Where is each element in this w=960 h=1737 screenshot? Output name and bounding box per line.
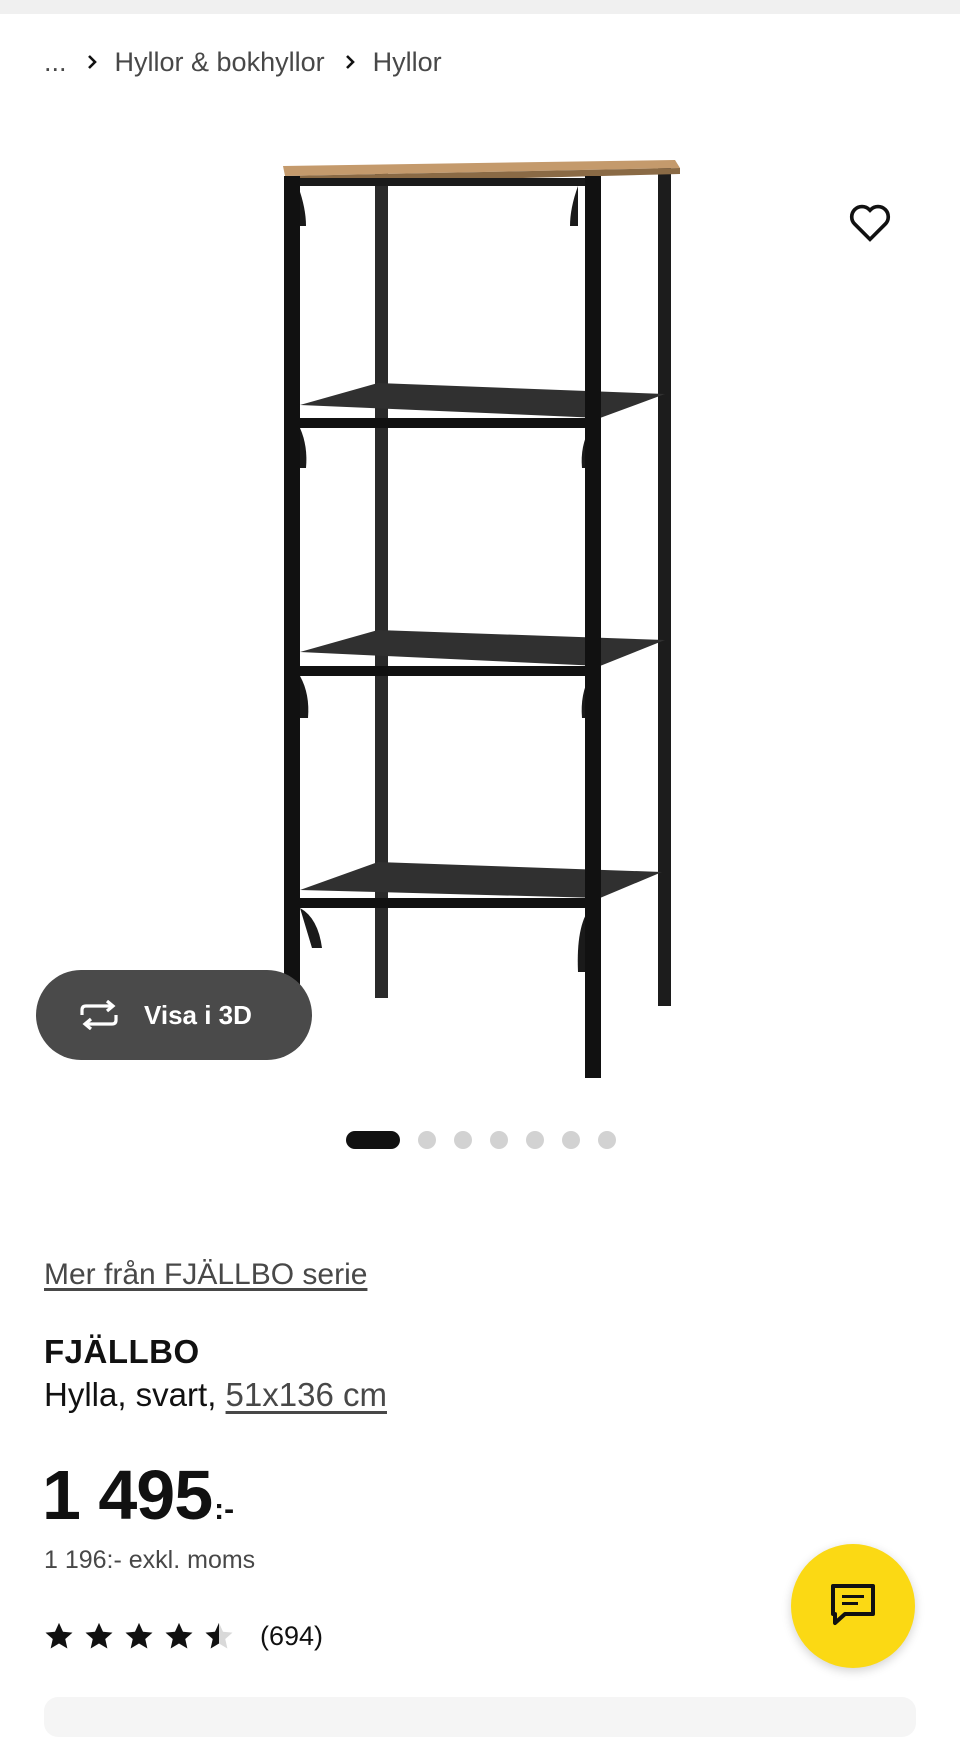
product-image-gallery[interactable] <box>0 100 960 1100</box>
review-count: (694) <box>260 1620 324 1651</box>
dimensions-link[interactable]: 51x136 cm <box>226 1376 387 1413</box>
product-name: FJÄLLBO <box>44 1333 200 1370</box>
gallery-pagination <box>346 1131 634 1149</box>
heart-icon <box>848 203 892 248</box>
product-price: 1 495 :- <box>42 1455 235 1534</box>
product-image-shelf <box>283 160 680 1078</box>
pagination-dot[interactable] <box>598 1131 616 1149</box>
star-icon <box>45 1622 73 1649</box>
pagination-dot[interactable] <box>526 1131 544 1149</box>
favorite-button[interactable] <box>841 196 899 254</box>
chat-button[interactable] <box>791 1544 915 1668</box>
star-icon <box>165 1622 193 1649</box>
star-icon <box>125 1622 153 1649</box>
pagination-dot[interactable] <box>490 1131 508 1149</box>
rotate-3d-icon <box>76 1000 122 1030</box>
price-suffix: :- <box>214 1493 235 1526</box>
view-in-3d-button[interactable]: Visa i 3D <box>36 970 312 1060</box>
breadcrumb-item-hyllor[interactable]: Hyllor <box>373 47 442 78</box>
breadcrumb-ellipsis[interactable]: ... <box>44 47 67 78</box>
pagination-dot[interactable] <box>562 1131 580 1149</box>
pagination-dot[interactable] <box>418 1131 436 1149</box>
view-in-3d-label: Visa i 3D <box>144 999 252 1030</box>
top-status-strip <box>0 0 960 14</box>
series-link[interactable]: Mer från FJÄLLBO serie <box>44 1258 367 1292</box>
chevron-right-icon <box>87 54 97 70</box>
star-icon <box>85 1622 113 1649</box>
rating-stars <box>44 1621 244 1651</box>
chat-icon <box>829 1582 877 1631</box>
product-type-label: Hylla, svart, <box>44 1376 217 1413</box>
price-excl-vat: 1 196:- exkl. moms <box>44 1546 256 1574</box>
breadcrumb: ... Hyllor & bokhyllor Hyllor <box>44 42 442 82</box>
chevron-right-icon <box>345 54 355 70</box>
bottom-card-peek <box>44 1697 916 1737</box>
product-description: Hylla, svart, 51x136 cm <box>44 1376 387 1414</box>
price-amount: 1 495 <box>42 1456 213 1534</box>
pagination-dot-active[interactable] <box>346 1131 400 1149</box>
breadcrumb-item-hyllor-bokhyllor[interactable]: Hyllor & bokhyllor <box>115 47 325 78</box>
pagination-dot[interactable] <box>454 1131 472 1149</box>
star-half-icon <box>205 1622 233 1649</box>
product-rating[interactable]: (694) <box>44 1616 323 1656</box>
